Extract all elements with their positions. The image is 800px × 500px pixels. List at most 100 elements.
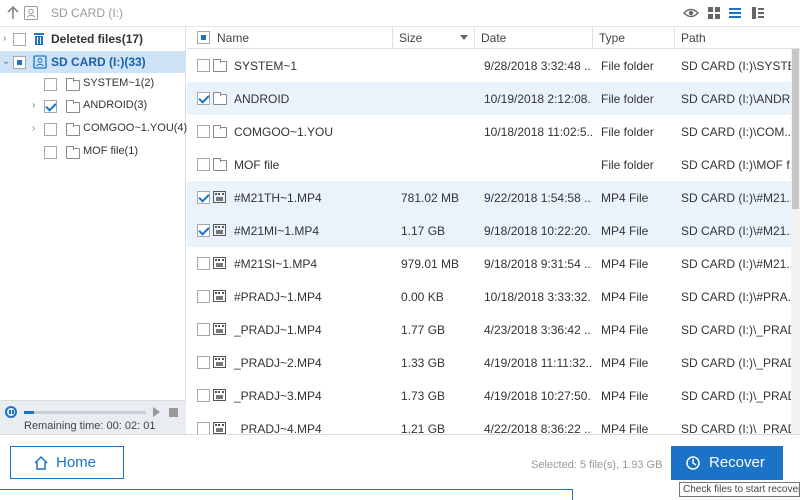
- table-row[interactable]: _PRADJ~2.MP4 1.33 GB 4/19/2018 11:11:32...…: [187, 346, 800, 379]
- cell-path: SD CARD (I:)\_PRAD...: [681, 323, 791, 337]
- row-checkbox[interactable]: [197, 224, 210, 237]
- table-row[interactable]: #PRADJ~1.MP4 0.00 KB 10/18/2018 3:33:32...…: [187, 280, 800, 313]
- table-row[interactable]: #M21TH~1.MP4 781.02 MB 9/22/2018 1:54:58 .…: [187, 181, 800, 214]
- row-checkbox[interactable]: [197, 125, 210, 138]
- tree-label: ANDROID(3): [83, 99, 148, 111]
- row-checkbox[interactable]: [197, 356, 210, 369]
- table-row[interactable]: MOF file File folder SD CARD (I:)\MOF f...: [187, 148, 800, 181]
- chevron-right-icon[interactable]: ›: [32, 100, 35, 111]
- cell-date: 4/22/2018 8:36:22 ...: [484, 422, 592, 434]
- detail-view-icon[interactable]: [750, 5, 766, 21]
- checkbox[interactable]: [44, 100, 57, 113]
- cell-date: 9/28/2018 3:32:48 ...: [484, 59, 592, 73]
- cell-type: MP4 File: [601, 257, 649, 271]
- chevron-right-icon[interactable]: ›: [3, 33, 6, 44]
- tree-label: SD CARD (I:)(33): [51, 55, 146, 69]
- grid-view-icon[interactable]: [706, 5, 722, 21]
- tree-item-mof[interactable]: MOF file(1): [0, 141, 186, 163]
- row-checkbox[interactable]: [197, 59, 210, 72]
- row-checkbox[interactable]: [197, 323, 210, 336]
- cell-date: 9/22/2018 1:54:58 ...: [484, 191, 592, 205]
- tree-item-system[interactable]: SYSTEM~1(2): [0, 73, 186, 95]
- cell-size: 1.73 GB: [401, 389, 446, 403]
- cell-size: 1.17 GB: [401, 224, 446, 238]
- breadcrumb[interactable]: SD CARD (I:): [51, 6, 123, 20]
- video-file-icon: [213, 323, 226, 335]
- table-row[interactable]: ANDROID 10/19/2018 2:12:08... File folder S…: [187, 82, 800, 115]
- pause-icon[interactable]: [5, 406, 17, 418]
- tree-item-deleted-files[interactable]: › Deleted files(17): [0, 28, 186, 50]
- table-row[interactable]: #M21MI~1.MP4 1.17 GB 9/18/2018 10:22:20...…: [187, 214, 800, 247]
- checkbox[interactable]: [13, 56, 26, 69]
- preview-eye-icon[interactable]: [683, 5, 699, 21]
- cell-type: MP4 File: [601, 389, 649, 403]
- cell-type: MP4 File: [601, 356, 649, 370]
- list-view-icon[interactable]: [727, 5, 743, 21]
- cell-name: COMGOO~1.YOU: [234, 125, 334, 139]
- column-name[interactable]: Name: [187, 27, 393, 49]
- column-type[interactable]: Type: [593, 27, 675, 49]
- cell-type: MP4 File: [601, 290, 649, 304]
- divider: [0, 489, 572, 490]
- checkbox[interactable]: [44, 123, 57, 136]
- cell-size: 0.00 KB: [401, 290, 444, 304]
- recover-button-label: Recover: [709, 454, 765, 471]
- table-row[interactable]: SYSTEM~1 9/28/2018 3:32:48 ... File folder…: [187, 49, 800, 82]
- play-icon[interactable]: [153, 407, 160, 417]
- row-checkbox[interactable]: [197, 257, 210, 270]
- chevron-right-icon[interactable]: ›: [32, 123, 35, 134]
- select-all-checkbox[interactable]: [197, 31, 210, 44]
- remaining-time: Remaining time: 00: 02: 01: [24, 420, 156, 432]
- folder-icon: [213, 92, 227, 105]
- row-checkbox[interactable]: [197, 422, 210, 434]
- chevron-down-icon[interactable]: ⌄: [2, 56, 10, 67]
- file-table: Name Size Date Type Path SYSTEM~1 9/28/20…: [187, 27, 800, 434]
- column-path[interactable]: Path: [675, 27, 800, 49]
- tree-item-android[interactable]: › ANDROID(3): [0, 95, 186, 117]
- back-arrow-icon[interactable]: [6, 5, 20, 21]
- row-checkbox[interactable]: [197, 158, 210, 171]
- stop-icon[interactable]: [169, 408, 178, 417]
- cell-date: 4/19/2018 11:11:32...: [484, 356, 592, 370]
- column-path-label: Path: [681, 31, 706, 45]
- tree-item-comgoo[interactable]: › COMGOO~1.YOU(4): [0, 118, 187, 140]
- cell-size: 1.21 GB: [401, 422, 446, 434]
- table-row[interactable]: _PRADJ~1.MP4 1.77 GB 4/23/2018 3:36:42 ...…: [187, 313, 800, 346]
- home-button[interactable]: Home: [10, 446, 124, 479]
- home-button-label: Home: [56, 454, 97, 471]
- table-row[interactable]: _PRADJ~4.MP4 1.21 GB 4/22/2018 8:36:22 ...…: [187, 412, 800, 434]
- cell-path: SD CARD (I:)\COM...: [681, 125, 791, 139]
- cell-date: 10/19/2018 2:12:08...: [484, 92, 592, 106]
- cell-name: _PRADJ~3.MP4: [234, 389, 322, 403]
- checkbox[interactable]: [44, 146, 57, 159]
- table-row[interactable]: COMGOO~1.YOU 10/18/2018 11:02:5... File fo…: [187, 115, 800, 148]
- row-checkbox[interactable]: [197, 92, 210, 105]
- cell-path: SD CARD (I:)\SYSTE...: [681, 59, 791, 73]
- row-checkbox[interactable]: [197, 290, 210, 303]
- folder-icon: [66, 146, 80, 159]
- tree-label: SYSTEM~1(2): [83, 77, 155, 89]
- cell-date: 4/23/2018 3:36:42 ...: [484, 323, 592, 337]
- table-row[interactable]: _PRADJ~3.MP4 1.73 GB 4/19/2018 10:27:50...…: [187, 379, 800, 412]
- video-file-icon: [213, 257, 226, 269]
- row-checkbox[interactable]: [197, 389, 210, 402]
- scrollbar-thumb[interactable]: [792, 49, 799, 209]
- cell-type: File folder: [601, 92, 654, 106]
- vertical-scrollbar[interactable]: [791, 49, 800, 434]
- cell-type: File folder: [601, 59, 654, 73]
- cell-size: 781.02 MB: [401, 191, 460, 205]
- cell-size: 1.77 GB: [401, 323, 446, 337]
- table-row[interactable]: #M21SI~1.MP4 979.01 MB 9/18/2018 9:31:54 .…: [187, 247, 800, 280]
- cell-path: SD CARD (I:)\#M21...: [681, 224, 791, 238]
- column-size[interactable]: Size: [393, 27, 475, 49]
- row-checkbox[interactable]: [197, 191, 210, 204]
- view-toolbar: [680, 0, 800, 27]
- tree-item-sd-card[interactable]: ⌄ SD CARD (I:)(33): [0, 51, 186, 73]
- checkbox[interactable]: [13, 33, 26, 46]
- video-file-icon: [213, 389, 226, 401]
- checkbox[interactable]: [44, 78, 57, 91]
- recover-button[interactable]: Recover: [671, 446, 783, 480]
- column-date[interactable]: Date: [475, 27, 593, 49]
- video-file-icon: [213, 356, 226, 368]
- cell-path: SD CARD (I:)\_PRAD...: [681, 389, 791, 403]
